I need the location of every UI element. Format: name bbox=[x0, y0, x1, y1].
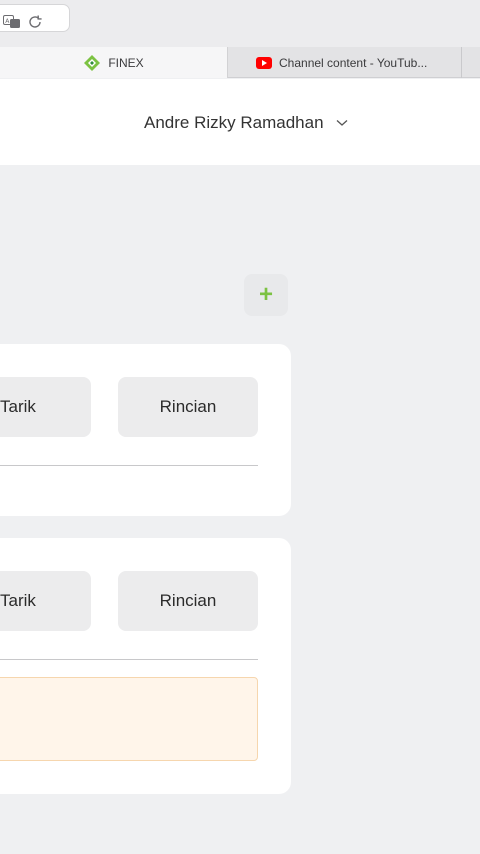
details-button[interactable]: Rincian bbox=[118, 377, 258, 437]
add-button[interactable]: + bbox=[244, 274, 288, 316]
tab-label: Channel content - YouTub... bbox=[279, 55, 428, 70]
divider bbox=[0, 465, 258, 466]
browser-toolbar: A bbox=[0, 0, 480, 47]
withdraw-button[interactable]: Tarik bbox=[0, 377, 91, 437]
divider bbox=[0, 659, 258, 660]
app-header: Andre Rizky Ramadhan bbox=[0, 79, 480, 165]
tab-label: FINEX bbox=[108, 55, 144, 70]
account-card: Tarik Rincian bbox=[0, 344, 291, 516]
notice-box bbox=[0, 677, 258, 761]
youtube-icon bbox=[256, 56, 272, 69]
user-name: Andre Rizky Ramadhan bbox=[144, 113, 324, 132]
address-bar[interactable]: A bbox=[0, 4, 70, 32]
finex-logo-icon bbox=[84, 54, 101, 71]
translate-icon[interactable]: A bbox=[3, 15, 21, 29]
reload-icon[interactable] bbox=[26, 13, 44, 31]
plus-icon: + bbox=[258, 281, 273, 308]
details-button[interactable]: Rincian bbox=[118, 571, 258, 631]
tab-youtube[interactable]: Channel content - YouTub... bbox=[228, 47, 462, 78]
withdraw-button[interactable]: Tarik bbox=[0, 571, 91, 631]
chevron-down-icon bbox=[336, 120, 347, 126]
account-card: Tarik Rincian bbox=[0, 538, 291, 794]
user-menu[interactable]: Andre Rizky Ramadhan bbox=[144, 113, 348, 133]
svg-text:A: A bbox=[5, 18, 10, 25]
tab-finex[interactable]: FINEX bbox=[0, 47, 228, 78]
tab-strip: FINEX Channel content - YouTub... bbox=[0, 47, 480, 78]
